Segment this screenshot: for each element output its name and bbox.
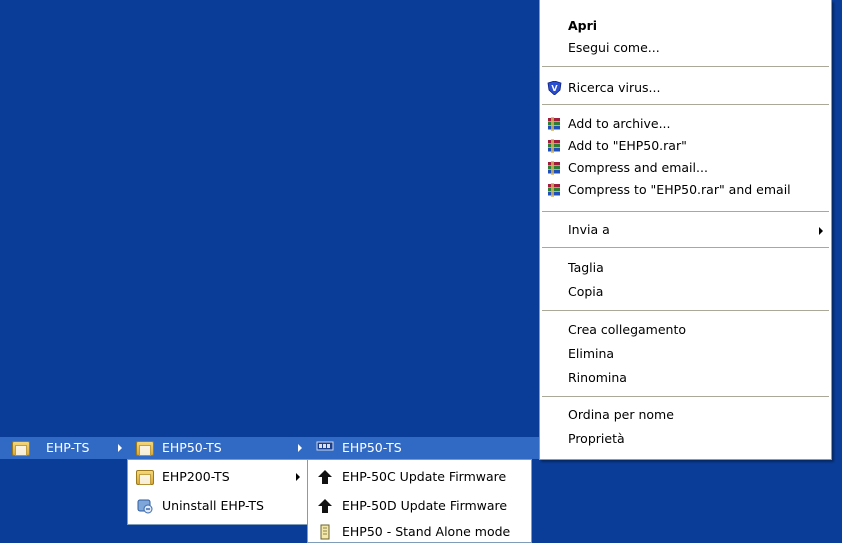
- winrar-icon: [548, 183, 560, 197]
- start-menu-item-uninstall[interactable]: Uninstall EHP-TS: [128, 495, 306, 517]
- winrar-icon: [548, 117, 560, 131]
- document-icon: [320, 524, 330, 540]
- winrar-icon: [548, 139, 560, 153]
- menu-item-copy[interactable]: Copia: [540, 281, 831, 303]
- up-arrow-icon: [318, 470, 332, 484]
- menu-separator: [542, 66, 829, 67]
- svg-text:V: V: [551, 84, 558, 93]
- menu-separator: [542, 247, 829, 248]
- start-menu-item-ehp50c-update[interactable]: EHP-50C Update Firmware: [308, 466, 532, 488]
- start-menu-item-ehp50-ts-app[interactable]: EHP50-TS: [308, 437, 539, 459]
- menu-item-compress-rar-email[interactable]: Compress to "EHP50.rar" and email: [540, 179, 831, 201]
- menu-item-properties[interactable]: Proprietà: [540, 428, 831, 450]
- menu-item-sort-by-name[interactable]: Ordina per nome: [540, 404, 831, 426]
- program-folder-icon: [12, 441, 30, 456]
- program-folder-icon: [136, 470, 154, 485]
- menu-item-compress-email[interactable]: Compress and email...: [540, 157, 831, 179]
- start-menu-item-ehp50-ts[interactable]: EHP50-TS: [128, 437, 308, 459]
- menu-item-add-rar[interactable]: Add to "EHP50.rar": [540, 135, 831, 157]
- menu-separator: [542, 396, 829, 397]
- menu-item-delete[interactable]: Elimina: [540, 343, 831, 365]
- winrar-icon: [548, 161, 560, 175]
- uninstall-icon: [137, 499, 153, 514]
- menu-item-add-archive[interactable]: Add to archive...: [540, 113, 831, 135]
- menu-separator: [542, 310, 829, 311]
- application-icon: [316, 441, 334, 451]
- submenu-arrow-icon: [819, 227, 823, 235]
- start-menu-item-ehp200-ts[interactable]: EHP200-TS: [128, 466, 306, 488]
- menu-item-run-as[interactable]: Esegui come...: [540, 37, 831, 59]
- antivirus-shield-icon: V: [547, 81, 562, 95]
- context-menu: Apri Esegui come... V Ricerca virus... A…: [539, 0, 832, 460]
- menu-item-create-shortcut[interactable]: Crea collegamento: [540, 319, 831, 341]
- menu-item-send-to[interactable]: Invia a: [540, 219, 831, 241]
- submenu-arrow-icon: [296, 473, 300, 481]
- program-folder-icon: [136, 441, 154, 456]
- submenu-arrow-icon: [118, 444, 122, 452]
- start-menu-item-ehp50d-update[interactable]: EHP-50D Update Firmware: [308, 495, 532, 517]
- submenu-arrow-icon: [298, 444, 302, 452]
- menu-separator: [542, 211, 829, 212]
- start-menu-item-ehp-ts[interactable]: EHP-TS: [6, 437, 128, 459]
- start-menu-item-stand-alone[interactable]: EHP50 - Stand Alone mode: [308, 521, 532, 543]
- menu-separator: [542, 104, 829, 105]
- menu-item-virus-scan[interactable]: V Ricerca virus...: [540, 77, 831, 99]
- menu-item-rename[interactable]: Rinomina: [540, 367, 831, 389]
- menu-item-open[interactable]: Apri: [540, 15, 831, 37]
- menu-item-cut[interactable]: Taglia: [540, 257, 831, 279]
- up-arrow-icon: [318, 499, 332, 513]
